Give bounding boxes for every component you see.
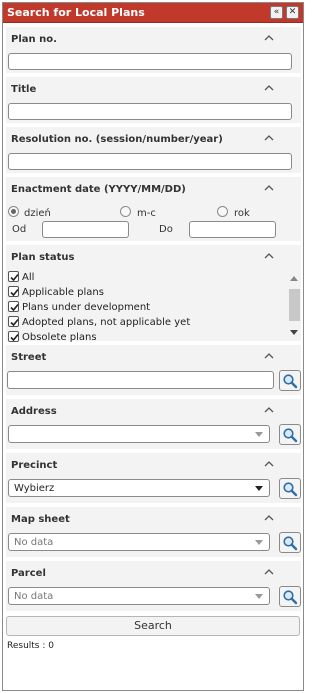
radio-rok[interactable]	[217, 206, 228, 217]
scroll-up-arrow-icon[interactable]	[290, 275, 298, 281]
parcel-select[interactable]: No data	[8, 587, 270, 605]
radio-m-c[interactable]	[120, 206, 131, 217]
section-title: Parcel	[11, 568, 46, 579]
magnifier-icon	[283, 374, 298, 389]
magnifier-icon	[283, 590, 298, 605]
chevron-up-icon[interactable]	[263, 512, 275, 524]
chevron-up-icon[interactable]	[263, 404, 275, 416]
map-sheet-select[interactable]: No data	[8, 533, 270, 551]
chevron-up-icon[interactable]	[263, 32, 275, 44]
title-input[interactable]	[8, 103, 292, 120]
dropdown-arrow-icon	[255, 432, 263, 437]
street-search-button[interactable]	[279, 370, 301, 391]
chevron-up-icon[interactable]	[263, 250, 275, 262]
address-select[interactable]	[8, 425, 270, 443]
section-title: Plan no.	[11, 34, 57, 45]
chevron-up-icon[interactable]	[263, 182, 275, 194]
section-title: Address	[11, 406, 57, 417]
status-label: Adopted plans, not applicable yet	[22, 317, 191, 328]
section-title: Plan status	[11, 252, 75, 263]
precinct-select[interactable]: Wybierz	[8, 479, 270, 497]
radio-label: dzień	[24, 208, 51, 219]
checkbox[interactable]	[8, 316, 19, 327]
section-parcel: Parcel No data	[6, 561, 301, 611]
section-plan-no: Plan no.	[6, 27, 301, 73]
chevron-up-icon[interactable]	[263, 82, 275, 94]
chevron-up-icon[interactable]	[263, 132, 275, 144]
section-precinct: Precinct Wybierz	[6, 453, 301, 503]
date-precision-radio-group: dzień m-c rok	[8, 206, 298, 219]
radio-label: m-c	[137, 208, 156, 219]
local-plans-search-panel: Search for Local Plans « ✕ Plan no. Titl…	[2, 2, 304, 691]
magnifier-icon	[283, 428, 298, 443]
section-map-sheet: Map sheet No data	[6, 507, 301, 557]
double-chevron-left-icon[interactable]: «	[270, 6, 283, 19]
chevron-up-icon[interactable]	[263, 566, 275, 578]
status-scrollbar[interactable]	[287, 272, 301, 338]
section-title: Map sheet	[11, 514, 70, 525]
date-to-input[interactable]	[189, 221, 276, 238]
panel-title: Search for Local Plans	[7, 6, 145, 19]
dropdown-arrow-icon	[255, 540, 263, 545]
status-label: Applicable plans	[22, 287, 104, 298]
panel-title-bar: Search for Local Plans « ✕	[3, 3, 303, 23]
section-resolution: Resolution no. (session/number/year)	[6, 127, 301, 173]
plan-status-list: All Applicable plans Plans under develop…	[6, 270, 286, 343]
to-label: Do	[159, 224, 173, 235]
search-button[interactable]: Search	[6, 616, 300, 636]
close-icon[interactable]: ✕	[286, 6, 299, 19]
scrollbar-track[interactable]	[289, 283, 300, 327]
dropdown-arrow-icon	[255, 594, 263, 599]
magnifier-icon	[283, 536, 298, 551]
checkbox[interactable]	[8, 286, 19, 297]
magnifier-icon	[283, 482, 298, 497]
parcel-search-button[interactable]	[279, 586, 301, 607]
radio-dzien[interactable]	[8, 206, 19, 217]
chevron-up-icon[interactable]	[263, 350, 275, 362]
status-label: Obsolete plans	[22, 332, 97, 343]
scrollbar-thumb[interactable]	[289, 289, 300, 321]
map-sheet-search-button[interactable]	[279, 532, 301, 553]
from-label: Od	[12, 224, 27, 235]
checkbox[interactable]	[8, 301, 19, 312]
select-placeholder: No data	[14, 537, 54, 548]
section-enactment-date: Enactment date (YYYY/MM/DD) dzień m-c ro…	[6, 177, 301, 241]
section-address: Address	[6, 399, 301, 449]
plan-no-input[interactable]	[8, 53, 292, 70]
section-title: Precinct	[11, 460, 58, 471]
dropdown-arrow-icon	[255, 486, 263, 491]
status-label: Plans under development	[22, 302, 151, 313]
section-title: Street	[11, 352, 47, 363]
section-street: Street	[6, 345, 301, 395]
radio-label: rok	[234, 208, 250, 219]
results-count: Results : 0	[7, 641, 54, 651]
section-title: Resolution no. (session/number/year)	[11, 134, 223, 145]
section-title-field: Title	[6, 77, 301, 123]
section-title: Title	[11, 84, 37, 95]
select-value: Wybierz	[14, 483, 55, 494]
street-input[interactable]	[7, 371, 274, 389]
status-label: All	[22, 272, 35, 283]
section-title: Enactment date (YYYY/MM/DD)	[11, 184, 186, 195]
checkbox[interactable]	[8, 271, 19, 282]
address-search-button[interactable]	[279, 424, 301, 445]
select-placeholder: No data	[14, 591, 54, 602]
date-from-input[interactable]	[42, 221, 129, 238]
checkbox[interactable]	[8, 331, 19, 342]
precinct-search-button[interactable]	[279, 478, 301, 499]
section-plan-status: Plan status All Applicable plans Plans u…	[6, 245, 301, 343]
scroll-down-arrow-icon[interactable]	[290, 330, 298, 336]
chevron-up-icon[interactable]	[263, 458, 275, 470]
resolution-input[interactable]	[8, 153, 292, 170]
